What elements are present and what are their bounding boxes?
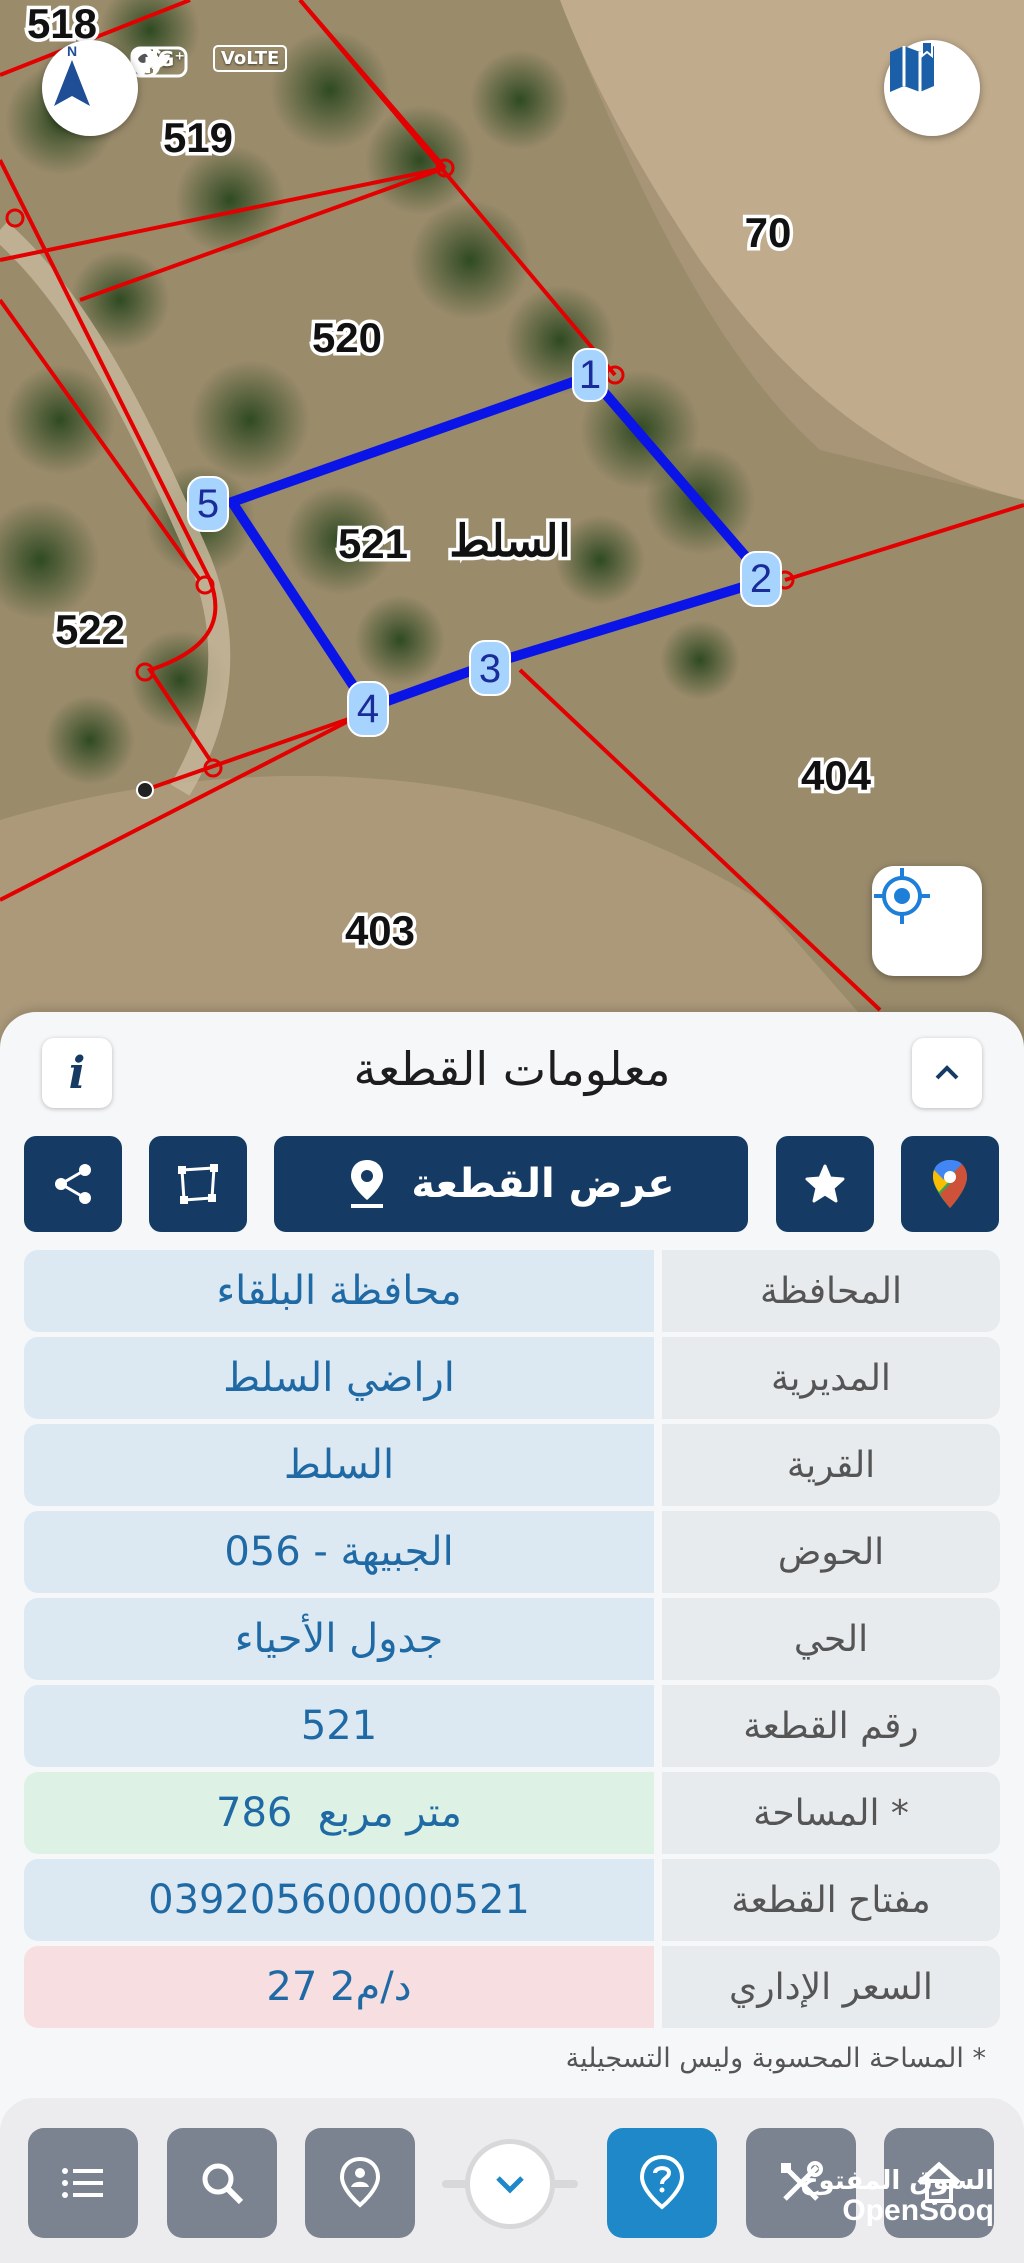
chevron-down-icon	[496, 2176, 524, 2194]
nav-list-button[interactable]	[28, 2128, 138, 2238]
parcel-label-522[interactable]: 522	[51, 603, 128, 657]
nav-search-button[interactable]	[167, 2128, 277, 2238]
layers-button[interactable]	[884, 40, 980, 136]
share-icon	[55, 1164, 91, 1204]
row-label: مفتاح القطعة	[662, 1859, 1000, 1941]
row-value: اراضي السلط	[24, 1337, 654, 1419]
gps-target-icon	[874, 868, 930, 924]
row-value: 521	[24, 1685, 654, 1767]
vertex-3-label: 3	[479, 647, 501, 691]
row-label: السعر الإداري	[662, 1946, 1000, 2028]
star-icon	[805, 1164, 845, 1203]
row-value[interactable]: 039205600000521	[24, 1859, 654, 1941]
info-icon: i	[68, 1047, 86, 1099]
row-label: رقم القطعة	[662, 1685, 1000, 1767]
place-label: السلط	[449, 517, 570, 566]
parcel-info-table: المحافظة محافظة البلقاء المديرية اراضي ا…	[24, 1250, 1000, 2033]
bottom-navigation: السوق المفتوح OpenSooq	[0, 2098, 1024, 2263]
vertex-5-label: 5	[197, 482, 219, 526]
parcel-label-404[interactable]: 404	[797, 749, 875, 803]
row-parcel-number: رقم القطعة 521	[24, 1685, 1000, 1767]
volte-badge: VoLTE	[212, 45, 288, 72]
google-maps-button[interactable]	[901, 1136, 999, 1232]
row-value: جدول الأحياء	[24, 1598, 654, 1680]
row-value: 786 متر مربع	[24, 1772, 654, 1854]
collapse-button[interactable]	[912, 1038, 982, 1108]
row-value: 27 د/م2	[24, 1946, 654, 2028]
row-label: المحافظة	[662, 1250, 1000, 1332]
vertex-2-label: 2	[750, 557, 772, 601]
nav-help-button[interactable]	[607, 2128, 717, 2238]
row-label: القرية	[662, 1424, 1000, 1506]
google-maps-icon	[933, 1160, 967, 1208]
help-icon	[639, 2155, 685, 2210]
chevron-up-icon	[935, 1065, 959, 1080]
row-area: المساحة * 786 متر مربع	[24, 1772, 1000, 1854]
row-district: الحي جدول الأحياء	[24, 1598, 1000, 1680]
polygon-icon	[178, 1164, 218, 1204]
row-admin-price: السعر الإداري 27 د/م2	[24, 1946, 1000, 2028]
nav-nearby-button[interactable]	[305, 2128, 415, 2238]
navigation-arrow-icon: N	[54, 43, 90, 106]
row-value: محافظة البلقاء	[24, 1250, 654, 1332]
row-directorate: المديرية اراضي السلط	[24, 1337, 1000, 1419]
watermark-latin: OpenSooq	[842, 2194, 994, 2228]
info-button[interactable]: i	[42, 1038, 112, 1108]
compass-button[interactable]: N	[42, 40, 138, 136]
show-parcel-label: عرض القطعة	[411, 1161, 675, 1207]
compass-north-label: N	[67, 43, 77, 59]
nav-collapse-toggle[interactable]	[442, 2134, 578, 2234]
draw-polygon-button[interactable]	[149, 1136, 247, 1232]
status-bar: 4G⁺ VoLTE	[130, 45, 315, 78]
my-location-button[interactable]	[872, 866, 982, 976]
sheet-title: معلومات القطعة	[353, 1042, 671, 1096]
menu-list-icon	[62, 2168, 103, 2198]
row-label: المساحة *	[662, 1772, 1000, 1854]
parcel-label-519[interactable]: 519	[159, 111, 236, 165]
favorite-button[interactable]	[776, 1136, 874, 1232]
parcel-label-520[interactable]: 520	[308, 311, 385, 365]
row-basin: الحوض الجبيهة - 056	[24, 1511, 1000, 1593]
row-parcel-key: مفتاح القطعة 039205600000521	[24, 1859, 1000, 1941]
watermark-arabic: السوق المفتوح	[799, 2166, 994, 2196]
person-pin-icon	[339, 2157, 381, 2208]
row-label: الحي	[662, 1598, 1000, 1680]
parcel-label-403[interactable]: 403	[341, 904, 418, 958]
vertex-1-label: 1	[579, 353, 601, 397]
row-value: السلط	[24, 1424, 654, 1506]
parcel-label-521[interactable]: 521	[334, 517, 411, 571]
row-governorate: المحافظة محافظة البلقاء	[24, 1250, 1000, 1332]
parcel-info-sheet: معلومات القطعة i عرض القطعة المحافظة محا…	[0, 1012, 1024, 2263]
row-label: المديرية	[662, 1337, 1000, 1419]
share-button[interactable]	[24, 1136, 122, 1232]
search-icon	[202, 2163, 244, 2205]
satellite-map[interactable]: 1 2 3 4 5 518 519 520 521 522 70 404 403…	[0, 0, 1024, 1060]
row-label: الحوض	[662, 1511, 1000, 1593]
location-pin-icon	[351, 1160, 384, 1208]
benchmark-marker	[136, 781, 154, 799]
map-canvas[interactable]: 1 2 3 4 5 518 519 520 521 522 70 404 403…	[0, 0, 1024, 1060]
row-value: الجبيهة - 056	[24, 1511, 654, 1593]
opensooq-watermark: السوق المفتوح OpenSooq	[799, 2166, 994, 2228]
show-parcel-button[interactable]: عرض القطعة	[274, 1136, 748, 1232]
area-footnote: * المساحة المحسوبة وليس التسجيلية	[565, 2043, 986, 2074]
row-village: القرية السلط	[24, 1424, 1000, 1506]
parcel-label-70[interactable]: 70	[741, 206, 795, 260]
map-book-icon	[890, 41, 934, 92]
vertex-4-label: 4	[357, 687, 379, 731]
